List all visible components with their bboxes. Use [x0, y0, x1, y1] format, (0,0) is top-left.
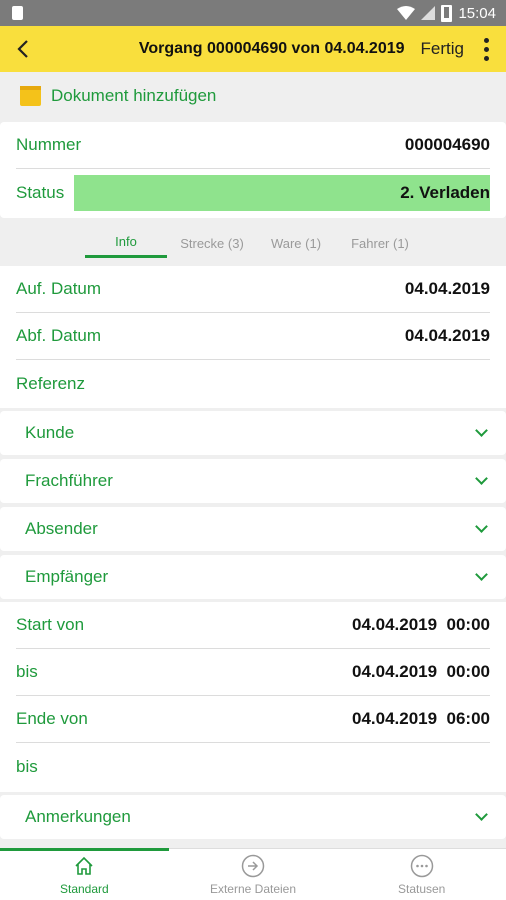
reference-row[interactable]: Referenz	[16, 360, 490, 407]
start-to-label: bis	[16, 662, 38, 681]
start-from-label: Start von	[16, 615, 85, 634]
tab-goods[interactable]: Ware (1)	[262, 228, 330, 258]
system-status-bar: 15:04	[0, 0, 506, 26]
back-icon[interactable]	[0, 26, 46, 72]
chevron-down-icon	[475, 808, 488, 821]
clock: 15:04	[458, 4, 496, 22]
info-card: Auf. Datum 04.04.2019 Abf. Datum 04.04.2…	[0, 266, 506, 408]
section-carrier-label: Frachführer	[25, 471, 113, 490]
end-to-row[interactable]: bis	[16, 743, 490, 790]
end-from-value: 04.04.2019 06:00	[351, 709, 490, 728]
order-date-value[interactable]: 04.04.2019	[405, 279, 490, 299]
times-card: Start von 04.04.2019 00:00 bis 04.04.201…	[0, 602, 506, 792]
departure-date-value[interactable]: 04.04.2019	[405, 326, 490, 346]
note-icon	[20, 86, 41, 106]
notification-icon	[12, 6, 23, 20]
reference-label: Referenz	[16, 373, 85, 393]
nav-standard[interactable]: Standard	[0, 848, 169, 900]
start-to-value: 04.04.2019 00:00	[351, 662, 490, 681]
departure-date-row: Abf. Datum 04.04.2019	[16, 313, 490, 360]
section-recipient[interactable]: Empfänger	[0, 555, 506, 599]
start-to-row[interactable]: bis 04.04.2019 00:00	[16, 649, 490, 696]
add-document-label: Dokument hinzufügen	[51, 86, 217, 105]
start-from-value: 04.04.2019 00:00	[351, 615, 490, 634]
tab-bar: Info Strecke (3) Ware (1) Fahrer (1)	[0, 228, 506, 258]
start-from-row[interactable]: Start von 04.04.2019 00:00	[16, 602, 490, 649]
section-remarks-label: Anmerkungen	[25, 807, 131, 826]
nav-standard-label: Standard	[59, 882, 109, 896]
end-from-row[interactable]: Ende von 04.04.2019 06:00	[16, 696, 490, 743]
chevron-down-icon	[475, 520, 488, 533]
status-value: 2. Verladen	[400, 182, 490, 202]
status-row[interactable]: Status 2. Verladen	[16, 169, 490, 216]
section-carrier[interactable]: Frachführer	[0, 459, 506, 503]
order-date-label: Auf. Datum	[16, 279, 102, 298]
status-badge[interactable]: 2. Verladen	[74, 174, 490, 211]
done-button[interactable]: Fertig	[421, 39, 476, 59]
header-card: Nummer 000004690 Status 2. Verladen	[0, 122, 506, 218]
signal-icon	[421, 6, 436, 20]
tab-route[interactable]: Strecke (3)	[170, 228, 254, 258]
more-options-icon[interactable]	[476, 26, 496, 72]
end-from-label: Ende von	[16, 709, 88, 728]
order-date-row: Auf. Datum 04.04.2019	[16, 266, 490, 313]
section-customer[interactable]: Kunde	[0, 411, 506, 455]
nav-external-files[interactable]: Externe Dateien	[169, 849, 338, 900]
page-title: Vorgang 000004690 von 04.04.2019	[138, 40, 405, 57]
tab-info[interactable]: Info	[85, 228, 167, 258]
bottom-navigation: Standard Externe Dateien Statusen	[0, 848, 506, 900]
nav-statuses[interactable]: Statusen	[337, 849, 506, 900]
end-to-label: bis	[16, 756, 38, 776]
arrow-circle-icon	[240, 853, 266, 879]
app-bar: Vorgang 000004690 von 04.04.2019 Fertig	[0, 26, 506, 72]
section-customer-label: Kunde	[25, 423, 75, 442]
chevron-down-icon	[475, 424, 488, 437]
home-icon	[71, 853, 97, 879]
nav-statuses-label: Statusen	[397, 882, 446, 896]
dots-circle-icon	[409, 853, 435, 879]
tab-driver[interactable]: Fahrer (1)	[340, 228, 420, 258]
section-remarks[interactable]: Anmerkungen	[0, 795, 506, 839]
section-sender-label: Absender	[25, 519, 98, 538]
add-document-button[interactable]: Dokument hinzufügen	[0, 72, 506, 120]
section-sender[interactable]: Absender	[0, 507, 506, 551]
section-recipient-label: Empfänger	[25, 567, 109, 586]
number-label: Nummer	[16, 135, 82, 154]
battery-icon	[441, 4, 453, 22]
number-value: 000004690	[404, 135, 490, 154]
number-row: Nummer 000004690	[16, 122, 490, 169]
departure-date-label: Abf. Datum	[16, 326, 102, 345]
wifi-icon	[397, 6, 416, 20]
chevron-down-icon	[475, 568, 488, 581]
chevron-down-icon	[475, 472, 488, 485]
status-label: Status	[16, 182, 65, 202]
nav-external-files-label: Externe Dateien	[209, 882, 297, 896]
